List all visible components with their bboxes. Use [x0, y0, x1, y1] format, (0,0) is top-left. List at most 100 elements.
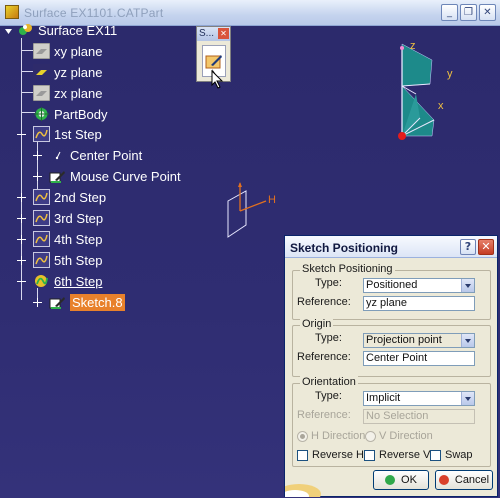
type-label: Type:	[315, 390, 342, 402]
tree-item-label: 4th Step	[54, 231, 103, 247]
sketch-positioning-dialog: Sketch Positioning ? ✕ Sketch Positionin…	[284, 235, 498, 497]
dialog-title: Sketch Positioning	[290, 241, 399, 255]
reference-label: Reference:	[297, 296, 351, 308]
tree-item-label: PartBody	[54, 106, 108, 122]
tree-item-label: 1st Step	[54, 126, 102, 142]
step-icon	[33, 231, 50, 247]
orientation-type-select[interactable]: Implicit	[363, 391, 475, 406]
tree-item-label: 2nd Step	[54, 189, 107, 205]
dropdown-arrow-icon	[461, 279, 474, 292]
catia-logo-icon	[285, 484, 321, 497]
tree-item-label: Mouse Curve Point	[70, 168, 181, 184]
dropdown-arrow-icon	[461, 334, 474, 347]
tree-collapse-toggle[interactable]	[17, 130, 26, 139]
tree-item-label: Surface EX11	[38, 22, 118, 38]
toolbar-close-icon[interactable]: ✕	[218, 28, 229, 39]
reverse-v-label: Reverse V	[379, 449, 431, 461]
h-direction-radio[interactable]	[297, 431, 308, 442]
reverse-h-checkbox[interactable]	[297, 450, 308, 461]
reference-label: Reference:	[297, 409, 351, 421]
tree-item-label: 3rd Step	[54, 210, 104, 226]
minimize-button[interactable]: _	[441, 4, 458, 21]
tree-scroll-arrow-icon	[5, 29, 12, 34]
sketch-icon	[49, 294, 66, 310]
origin-type-value: Projection point	[366, 334, 442, 346]
close-button[interactable]: ✕	[479, 4, 496, 21]
tree-expand-toggle[interactable]	[33, 298, 42, 307]
tree-item-6th-step[interactable]: 6th Step	[33, 271, 102, 291]
compass-z-label: z	[410, 40, 416, 52]
origin-type-select[interactable]: Projection point	[363, 333, 475, 348]
ok-label: OK	[401, 474, 417, 486]
tree-item-part[interactable]: Surface EX11	[17, 20, 117, 40]
compass-x-label: x	[438, 100, 444, 112]
plane-icon	[33, 43, 50, 59]
tree-item-label: xy plane	[54, 43, 103, 59]
sketch-h-axis-label: H	[268, 194, 276, 206]
restore-button[interactable]: ❐	[460, 4, 477, 21]
dialog-close-button[interactable]: ✕	[478, 239, 494, 255]
tree-collapse-toggle[interactable]	[17, 277, 26, 286]
group-legend: Sketch Positioning	[300, 263, 395, 275]
orientation-reference-field[interactable]: No Selection	[363, 409, 475, 424]
step-icon	[33, 189, 50, 205]
tree-expand-toggle[interactable]	[17, 256, 26, 265]
3d-viewport[interactable]: Surface EX11 xy plane yz plane zx plane	[0, 23, 500, 498]
swap-label: Swap	[445, 449, 473, 461]
help-button[interactable]: ?	[460, 239, 476, 255]
step-icon	[33, 252, 50, 268]
tree-expand-toggle[interactable]	[17, 235, 26, 244]
sketch-type-value: Positioned	[366, 279, 418, 291]
origin-reference-field[interactable]: Center Point	[363, 351, 475, 366]
tree-expand-toggle[interactable]	[33, 151, 42, 160]
tree-item-center-point[interactable]: Center Point	[49, 145, 142, 165]
tree-item-1st-step[interactable]: 1st Step	[33, 124, 102, 144]
tree-expand-toggle[interactable]	[33, 172, 42, 181]
mouse-cursor-icon	[211, 70, 224, 89]
swap-checkbox[interactable]	[430, 450, 441, 461]
group-legend: Orientation	[300, 376, 358, 388]
point-icon	[49, 147, 66, 163]
part-icon	[17, 22, 34, 38]
tree-scrollbar[interactable]	[2, 26, 15, 498]
reference-label: Reference:	[297, 351, 351, 363]
tree-item-4th-step[interactable]: 4th Step	[33, 229, 102, 249]
body-icon	[33, 106, 50, 122]
tree-item-zx-plane[interactable]: zx plane	[33, 83, 102, 103]
tree-expand-toggle[interactable]	[17, 193, 26, 202]
tree-item-5th-step[interactable]: 5th Step	[33, 250, 102, 270]
sketch-plane-axes	[227, 182, 267, 238]
tree-expand-toggle[interactable]	[17, 214, 26, 223]
toolbar-title: S...	[199, 28, 215, 39]
tree-item-label: yz plane	[54, 64, 103, 80]
orientation-group: Orientation Type: Implicit Reference: No…	[292, 376, 491, 467]
sketch-icon	[49, 168, 66, 184]
cancel-label: Cancel	[454, 474, 490, 486]
tree-item-partbody[interactable]: PartBody	[33, 104, 107, 124]
toolbar-titlebar[interactable]: S... ✕	[197, 27, 230, 41]
ok-button[interactable]: OK	[373, 470, 429, 490]
tree-item-mouse-curve-point[interactable]: Mouse Curve Point	[49, 166, 181, 186]
reverse-h-label: Reverse H	[312, 449, 364, 461]
tree-item-3rd-step[interactable]: 3rd Step	[33, 208, 103, 228]
reverse-v-checkbox[interactable]	[364, 450, 375, 461]
tree-item-label: Center Point	[70, 147, 143, 163]
3d-compass	[398, 43, 435, 140]
sketch-type-select[interactable]: Positioned	[363, 278, 475, 293]
tree-item-yz-plane[interactable]: yz plane	[33, 62, 102, 82]
v-direction-radio[interactable]	[365, 431, 376, 442]
ok-icon	[385, 475, 396, 485]
tree-item-2nd-step[interactable]: 2nd Step	[33, 187, 106, 207]
catia-window: Surface EX1101.CATPart _ ❐ ✕ Surface EX1…	[0, 0, 500, 498]
orientation-type-value: Implicit	[366, 392, 401, 404]
step-active-icon	[33, 273, 50, 289]
dialog-titlebar[interactable]: Sketch Positioning ? ✕	[285, 236, 497, 258]
catpart-icon	[5, 5, 19, 19]
sketch-reference-field[interactable]: yz plane	[363, 296, 475, 311]
group-legend: Origin	[300, 318, 334, 330]
cancel-button[interactable]: Cancel	[435, 470, 493, 490]
plane-icon	[33, 64, 50, 80]
step-icon	[33, 210, 50, 226]
tree-item-sketch-8[interactable]: Sketch.8	[49, 292, 125, 312]
tree-item-xy-plane[interactable]: xy plane	[33, 41, 102, 61]
